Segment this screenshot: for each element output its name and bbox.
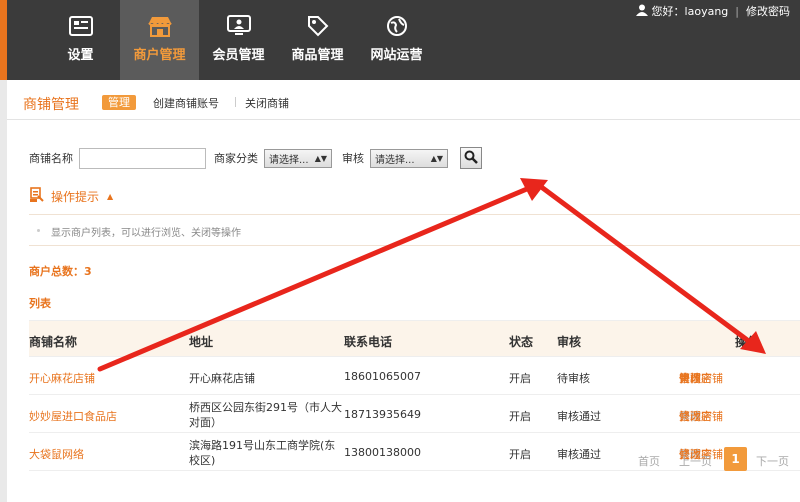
- review-label: 审核: [342, 152, 364, 165]
- create-shop-link[interactable]: 创建商铺账号: [153, 95, 219, 111]
- shop-name-link[interactable]: 妙妙屋进口食品店: [29, 408, 117, 424]
- change-password-link[interactable]: 修改密: [679, 408, 712, 424]
- shop-address: 开心麻花店铺: [189, 372, 255, 385]
- table-row: 妙妙屋进口食品店 桥西区公园东街291号（市人大 对面） 18713935649 …: [29, 395, 800, 433]
- main-nav: 设置 商户管理 会员管理 商品管理 网站运营: [41, 0, 436, 80]
- change-password-link[interactable]: 修改密码: [746, 3, 790, 19]
- address-line-1: 桥西区公园东街291号（市人大: [189, 401, 342, 414]
- review-select[interactable]: 请选择... ▲▼: [370, 148, 448, 168]
- caret-up-icon: ▲: [107, 192, 114, 201]
- nav-item-products[interactable]: 商品管理: [278, 0, 357, 80]
- accent-strip: [0, 0, 7, 80]
- shop-name-input[interactable]: [79, 147, 206, 169]
- tips-text: 显示商户列表，可以进行浏览、关闭等操作: [51, 228, 241, 239]
- nav-item-members[interactable]: 会员管理: [199, 0, 278, 80]
- shop-phone: 18601065007: [344, 370, 421, 383]
- shop-status: 开启: [509, 372, 531, 385]
- globe-icon: [384, 14, 410, 38]
- filter-bar: 商铺名称 商家分类 请选择... ▲▼ 审核 请选择... ▲▼: [29, 147, 482, 169]
- nav-label: 商户管理: [133, 48, 186, 63]
- address-line-2: 对面）: [189, 416, 222, 429]
- nav-label: 会员管理: [212, 48, 265, 63]
- side-strip: [0, 80, 7, 502]
- subheader: 商铺管理 管理 创建商铺账号 关闭商铺: [7, 80, 800, 120]
- dropdown-arrow-icon: ▲▼: [430, 153, 443, 163]
- nav-label: 设置: [67, 48, 94, 63]
- shop-status: 开启: [509, 410, 531, 423]
- top-navbar: 设置 商户管理 会员管理 商品管理 网站运营 您好：laoyang | 修改密码: [0, 0, 800, 80]
- nav-item-merchant[interactable]: 商户管理: [120, 0, 199, 80]
- table-row: 开心麻花店铺 开心麻花店铺 18601065007 开启 待审核 管理店铺 关闭…: [29, 357, 800, 395]
- shop-phone: 18713935649: [344, 408, 421, 421]
- shop-review: 待审核: [557, 372, 590, 385]
- nav-item-settings[interactable]: 设置: [41, 0, 120, 80]
- tips-icon: [29, 187, 45, 206]
- shop-address: 桥西区公园东街291号（市人大 对面）: [189, 400, 342, 430]
- shop-review: 审核通过: [557, 410, 601, 423]
- search-icon: [464, 150, 478, 167]
- tag-icon: [305, 14, 331, 38]
- pagination: 首页 上一页 1 下一页: [0, 447, 800, 473]
- merchant-count: 商户总数：3: [29, 265, 92, 278]
- store-icon: [147, 14, 173, 38]
- nav-label: 网站运营: [370, 48, 423, 63]
- review-value: 请选择...: [375, 154, 415, 166]
- col-header-address: 地址: [189, 335, 214, 349]
- change-password-link[interactable]: 修改密: [679, 370, 712, 386]
- col-header-ops: 操作: [735, 335, 760, 349]
- tips-title: 操作提示: [51, 190, 100, 204]
- category-value: 请选择...: [269, 154, 309, 166]
- page-title: 商铺管理: [23, 97, 79, 113]
- bullet-icon: [37, 229, 40, 232]
- table-header: 商铺名称 地址 联系电话 状态 审核 操作: [29, 320, 800, 357]
- divider: [235, 97, 236, 107]
- tips-toggle[interactable]: 操作提示 ▲: [29, 187, 113, 206]
- list-title: 列表: [29, 297, 51, 310]
- tab-manage[interactable]: 管理: [102, 95, 136, 110]
- search-button[interactable]: [460, 147, 482, 169]
- col-header-review: 审核: [557, 335, 582, 349]
- nav-label: 商品管理: [291, 48, 344, 63]
- col-header-phone: 联系电话: [344, 335, 393, 349]
- close-shop-link[interactable]: 关闭商铺: [245, 95, 289, 111]
- member-icon: [226, 14, 252, 38]
- user-bar: 您好：laoyang | 修改密码: [635, 3, 790, 19]
- user-greeting: 您好：laoyang: [651, 5, 729, 18]
- prev-page-link[interactable]: 上一页: [679, 453, 712, 469]
- settings-icon: [68, 14, 94, 38]
- shop-name-label: 商铺名称: [29, 152, 73, 165]
- separator: |: [735, 4, 739, 18]
- nav-item-site-ops[interactable]: 网站运营: [357, 0, 436, 80]
- category-select[interactable]: 请选择... ▲▼: [264, 148, 332, 168]
- next-page-link[interactable]: 下一页: [756, 453, 789, 469]
- category-label: 商家分类: [214, 152, 258, 165]
- first-page-link[interactable]: 首页: [638, 453, 660, 469]
- dropdown-arrow-icon: ▲▼: [314, 153, 327, 163]
- shop-name-link[interactable]: 开心麻花店铺: [29, 370, 95, 386]
- col-header-name: 商铺名称: [29, 335, 78, 349]
- tips-box: 显示商户列表，可以进行浏览、关闭等操作: [29, 214, 800, 246]
- user-icon: [635, 4, 648, 19]
- col-header-status: 状态: [509, 335, 534, 349]
- current-page[interactable]: 1: [724, 447, 747, 471]
